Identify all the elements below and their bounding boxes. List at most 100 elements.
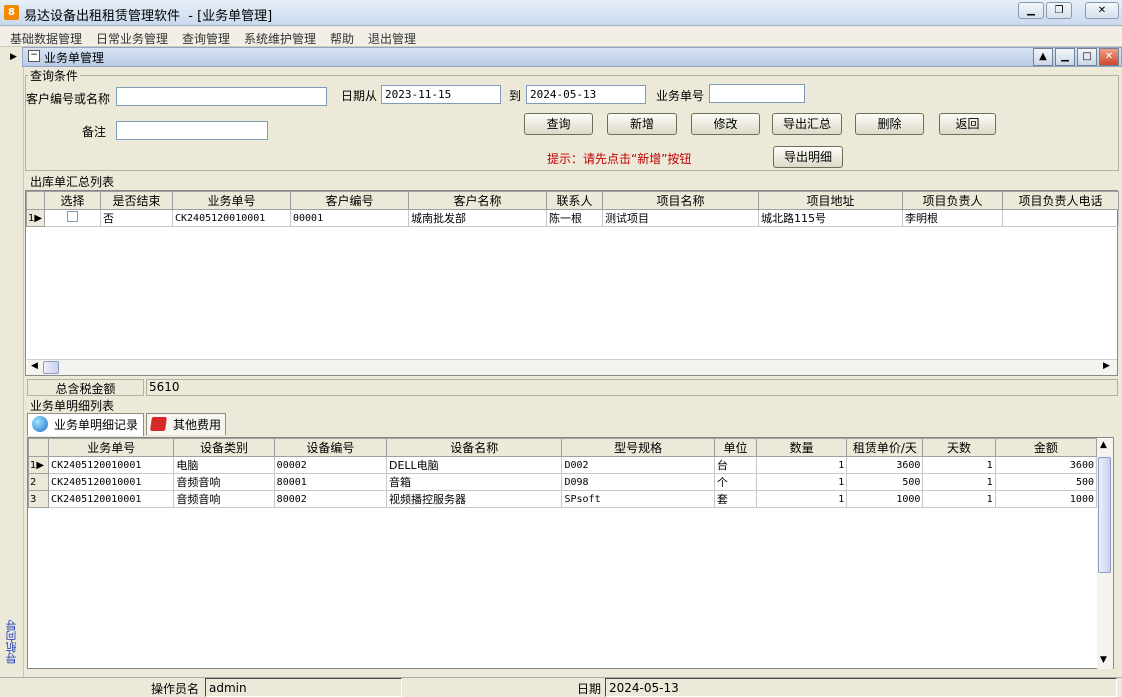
child-close-icon[interactable]: ✕	[1099, 48, 1119, 66]
restore-icon[interactable]: ❐	[1046, 2, 1072, 19]
col-model[interactable]: 型号规格	[561, 438, 715, 457]
qty-cell[interactable]: 1	[755, 473, 848, 491]
col-contact[interactable]: 联系人	[546, 191, 603, 210]
days-cell[interactable]: 1	[922, 490, 996, 508]
model-cell[interactable]: SPsoft	[561, 490, 715, 508]
customer-input[interactable]	[116, 87, 327, 106]
menu-help[interactable]: 帮助	[330, 30, 354, 47]
code-cell[interactable]: 00002	[273, 456, 387, 474]
order-no-cell[interactable]: CK2405120010001	[48, 473, 175, 491]
scroll-right-icon[interactable]: ▶	[1103, 361, 1110, 371]
scroll-down-icon[interactable]: ▼	[1100, 655, 1107, 665]
model-cell[interactable]: D098	[561, 473, 715, 491]
close-window-icon[interactable]: ✕	[1085, 2, 1119, 19]
code-cell[interactable]: 80002	[273, 490, 387, 508]
col-order-no[interactable]: 业务单号	[48, 438, 175, 457]
query-button[interactable]: 查询	[524, 113, 593, 135]
export-detail-button[interactable]: 导出明细	[773, 146, 843, 168]
model-cell[interactable]: D002	[561, 456, 715, 474]
name-cell[interactable]: 音箱	[385, 473, 563, 491]
table-row[interactable]: 2 CK2405120010001 音频音响 80001 音箱 D098 个 1…	[27, 473, 1098, 491]
unit-cell[interactable]: 个	[713, 473, 758, 491]
code-cell[interactable]: 80001	[273, 473, 387, 491]
col-amount[interactable]: 金额	[994, 438, 1098, 457]
col-days[interactable]: 天数	[922, 438, 996, 457]
edit-button[interactable]: 修改	[691, 113, 760, 135]
table-row[interactable]: 3 CK2405120010001 音频音响 80002 视频播控服务器 SPs…	[27, 490, 1098, 508]
price-cell[interactable]: 500	[846, 473, 924, 491]
order-no-cell[interactable]: CK2405120010001	[48, 456, 175, 474]
col-order-no[interactable]: 业务单号	[172, 191, 291, 210]
child-maximize-icon[interactable]: □	[1077, 48, 1097, 66]
col-manager[interactable]: 项目负责人	[902, 191, 1003, 210]
col-address[interactable]: 项目地址	[758, 191, 903, 210]
scroll-thumb[interactable]	[43, 361, 59, 374]
menu-query[interactable]: 查询管理	[182, 30, 230, 47]
col-equipment-code[interactable]: 设备编号	[273, 438, 387, 457]
col-finished[interactable]: 是否结束	[100, 191, 173, 210]
category-cell[interactable]: 电脑	[173, 456, 275, 474]
category-cell[interactable]: 音频音响	[173, 473, 275, 491]
back-button[interactable]: 返回	[939, 113, 996, 135]
finished-cell[interactable]: 否	[100, 209, 173, 227]
window-menu-icon[interactable]: −	[28, 50, 40, 62]
phone-cell[interactable]	[1002, 209, 1119, 227]
col-qty[interactable]: 数量	[755, 438, 848, 457]
col-equipment-name[interactable]: 设备名称	[385, 438, 563, 457]
tab-detail-records[interactable]: 业务单明细记录	[27, 413, 144, 436]
date-to-input[interactable]	[526, 85, 646, 104]
amount-cell[interactable]: 3600	[994, 456, 1098, 474]
summary-hscrollbar[interactable]: ◀ ▶	[27, 359, 1117, 375]
scroll-up-icon[interactable]: ▲	[1100, 440, 1107, 450]
qty-cell[interactable]: 1	[755, 490, 848, 508]
scroll-left-icon[interactable]: ◀	[31, 361, 38, 371]
manager-cell[interactable]: 李明根	[902, 209, 1003, 227]
name-cell[interactable]: 视频播控服务器	[385, 490, 563, 508]
customer-name-cell[interactable]: 城南批发部	[408, 209, 547, 227]
export-summary-button[interactable]: 导出汇总	[772, 113, 842, 135]
menu-daily-business[interactable]: 日常业务管理	[96, 30, 168, 47]
tab-other-fees[interactable]: 其他费用	[146, 413, 226, 435]
minimize-icon[interactable]: ▁	[1018, 2, 1044, 19]
col-project[interactable]: 项目名称	[602, 191, 759, 210]
customer-no-cell[interactable]: 00001	[290, 209, 409, 227]
address-cell[interactable]: 城北路115号	[758, 209, 903, 227]
days-cell[interactable]: 1	[922, 456, 996, 474]
col-manager-phone[interactable]: 项目负责人电话	[1002, 191, 1119, 210]
table-row[interactable]: 1▶ CK2405120010001 电脑 00002 DELL电脑 D002 …	[27, 456, 1098, 474]
name-cell[interactable]: DELL电脑	[385, 456, 563, 474]
category-cell[interactable]: 音频音响	[173, 490, 275, 508]
col-unit[interactable]: 单位	[713, 438, 758, 457]
unit-cell[interactable]: 台	[713, 456, 758, 474]
price-cell[interactable]: 1000	[846, 490, 924, 508]
child-minimize-icon[interactable]: ▁	[1055, 48, 1075, 66]
child-scroll-up-icon[interactable]: ▲	[1033, 48, 1053, 66]
col-category[interactable]: 设备类别	[173, 438, 275, 457]
order-no-cell[interactable]: CK2405120010001	[172, 209, 291, 227]
table-row[interactable]: 1▶ 否 CK2405120010001 00001 城南批发部 陈一根 测试项…	[26, 209, 1119, 227]
date-from-input[interactable]	[381, 85, 501, 104]
order-no-input[interactable]	[709, 84, 805, 103]
col-select[interactable]: 选择	[44, 191, 101, 210]
price-cell[interactable]: 3600	[846, 456, 924, 474]
scroll-thumb[interactable]	[1098, 457, 1111, 573]
add-button[interactable]: 新增	[607, 113, 677, 135]
detail-vscrollbar[interactable]: ▲ ▼	[1097, 439, 1113, 669]
navigation-guide[interactable]: 导航向导	[4, 620, 18, 664]
delete-button[interactable]: 删除	[855, 113, 924, 135]
order-no-cell[interactable]: CK2405120010001	[48, 490, 175, 508]
select-checkbox[interactable]	[67, 211, 78, 222]
amount-cell[interactable]: 500	[994, 473, 1098, 491]
contact-cell[interactable]: 陈一根	[546, 209, 603, 227]
col-customer-no[interactable]: 客户编号	[290, 191, 409, 210]
days-cell[interactable]: 1	[922, 473, 996, 491]
select-checkbox-cell[interactable]	[44, 209, 101, 227]
unit-cell[interactable]: 套	[713, 490, 758, 508]
note-input[interactable]	[116, 121, 268, 140]
col-price[interactable]: 租赁单价/天	[846, 438, 924, 457]
menu-exit[interactable]: 退出管理	[368, 30, 416, 47]
amount-cell[interactable]: 1000	[994, 490, 1098, 508]
project-cell[interactable]: 测试项目	[602, 209, 759, 227]
menu-basic-data[interactable]: 基础数据管理	[10, 30, 82, 47]
col-customer-name[interactable]: 客户名称	[408, 191, 547, 210]
